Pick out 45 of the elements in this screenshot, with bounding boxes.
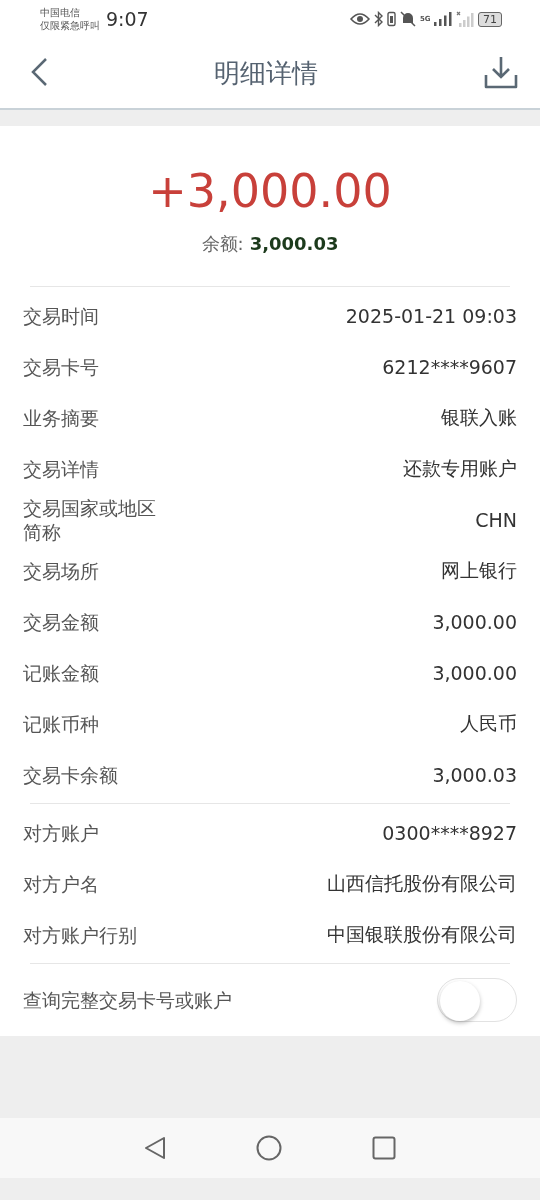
carrier-note: 仅限紧急呼叫 [40, 19, 100, 32]
page-title: 明细详情 [214, 56, 318, 90]
detail-value: 中国银联股份有限公司 [327, 921, 517, 947]
detail-label: 交易时间 [23, 303, 100, 328]
detail-label: 记账币种 [23, 711, 100, 736]
balance-label: 余额: [201, 232, 244, 256]
carrier-name: 中国电信 [40, 6, 81, 19]
detail-value: 人民币 [460, 710, 517, 736]
detail-value: 网上银行 [441, 557, 517, 583]
detail-value: 银联入账 [441, 404, 517, 430]
full-number-switch[interactable] [437, 978, 517, 1022]
balance-value: 3,000.03 [249, 233, 339, 254]
signal-icon [434, 12, 452, 26]
mute-bell-icon [400, 11, 416, 27]
bluetooth-icon [374, 11, 383, 27]
detail-value: 6212****9607 [382, 355, 517, 378]
detail-value: 3,000.03 [432, 763, 517, 786]
detail-label: 交易卡号 [23, 354, 100, 379]
detail-label: 记账金额 [23, 660, 100, 685]
detail-value: 2025-01-21 09:03 [345, 304, 517, 327]
no-signal-icon [456, 11, 474, 27]
home-nav-icon[interactable] [256, 1135, 282, 1161]
detail-label: 交易国家或地区简称 [23, 495, 157, 544]
detail-label: 业务摘要 [23, 405, 100, 430]
battery-level: 71 [478, 11, 502, 27]
recents-nav-icon[interactable] [372, 1136, 396, 1160]
detail-label: 对方账户行别 [23, 922, 138, 947]
detail-label: 交易详情 [23, 456, 100, 481]
detail-label: 交易场所 [23, 558, 100, 583]
toggle-label: 查询完整交易卡号或账户 [23, 988, 232, 1012]
detail-value: CHN [475, 508, 517, 531]
detail-label: 对方户名 [23, 871, 100, 896]
detail-value: 3,000.00 [432, 610, 517, 633]
detail-label: 交易卡余额 [23, 762, 119, 787]
detail-label: 对方账户 [23, 820, 100, 845]
detail-value: 还款专用账户 [403, 455, 517, 481]
transaction-amount: +3,000.00 [148, 164, 392, 218]
detail-value: 山西信托股份有限公司 [327, 870, 517, 896]
vibrate-icon [387, 11, 396, 27]
eye-icon [350, 12, 370, 26]
detail-value: 0300****8927 [382, 821, 517, 844]
detail-value: 3,000.00 [432, 661, 517, 684]
detail-label: 交易金额 [23, 609, 100, 634]
back-nav-icon[interactable] [144, 1136, 166, 1160]
clock: 9:07 [106, 8, 149, 30]
